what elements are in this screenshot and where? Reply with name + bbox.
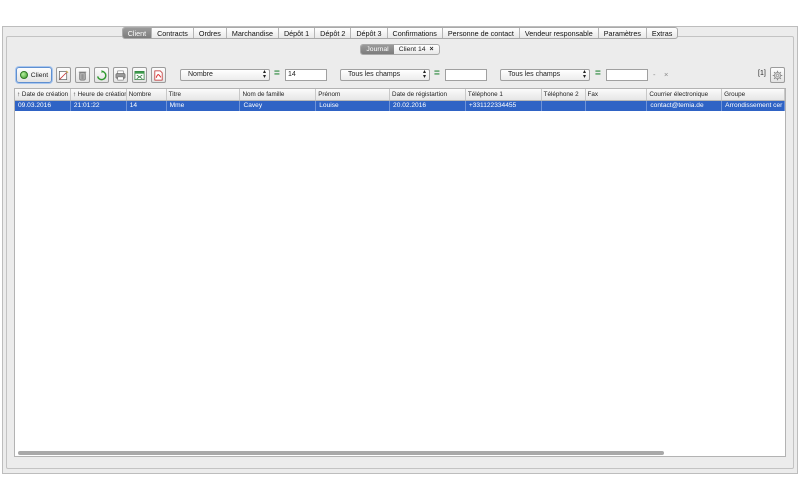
- filter1-field-select[interactable]: Nombre ▴ ▾: [180, 69, 270, 81]
- export-excel-button[interactable]: [132, 67, 147, 83]
- export-pdf-button[interactable]: [151, 67, 166, 83]
- clear-filter-icon[interactable]: ×: [664, 70, 668, 79]
- client-button[interactable]: Client: [16, 67, 52, 83]
- cell-courrier: contact@temia.de: [647, 101, 723, 111]
- tab-extras[interactable]: Extras: [647, 28, 677, 38]
- sub-tabs: Journal Client 14 ×: [360, 44, 440, 55]
- filter3-field-value: Tous les champs: [508, 71, 561, 78]
- tab-depot-3[interactable]: Dépôt 3: [351, 28, 388, 38]
- cell-fax: [586, 101, 648, 111]
- client-table: ↑ Date de création ↑ Heure de création N…: [14, 88, 786, 457]
- tab-client[interactable]: Client: [122, 28, 153, 38]
- tab-confirmations[interactable]: Confirmations: [388, 28, 443, 38]
- column-header-telephone-2[interactable]: Téléphone 2: [542, 89, 586, 100]
- filter2-value-input[interactable]: [445, 69, 487, 81]
- cell-telephone-2: [542, 101, 586, 111]
- column-header-courrier[interactable]: Courrier électronique: [647, 89, 723, 100]
- tab-vendeur-responsable[interactable]: Vendeur responsable: [520, 28, 599, 38]
- client-status-icon: [19, 71, 28, 79]
- trash-icon: [78, 71, 87, 80]
- select-arrows-icon: ▴ ▾: [422, 69, 426, 80]
- subtab-client-14[interactable]: Client 14 ×: [394, 45, 439, 54]
- cell-date-creation: 09.03.2016: [15, 101, 71, 111]
- column-header-groupe[interactable]: Groupe: [722, 89, 785, 100]
- subtab-client-14-label: Client 14: [398, 46, 426, 53]
- column-header-telephone-1[interactable]: Téléphone 1: [466, 89, 542, 100]
- filter3-field-select[interactable]: Tous les champs ▴ ▾: [500, 69, 590, 81]
- select-arrows-icon: ▴ ▾: [262, 69, 266, 80]
- subtab-journal[interactable]: Journal: [361, 45, 394, 54]
- scrollbar-thumb[interactable]: [18, 451, 664, 455]
- tab-depot-1[interactable]: Dépôt 1: [279, 28, 316, 38]
- cell-date-registration: 20.02.2016: [390, 101, 466, 111]
- pdf-icon: [154, 70, 163, 80]
- excel-icon: [134, 70, 145, 80]
- tab-contracts[interactable]: Contracts: [152, 28, 194, 38]
- filter2-field-value: Tous les champs: [348, 71, 401, 78]
- filter2-equals: =: [434, 68, 440, 79]
- new-document-icon: [59, 70, 69, 80]
- gear-icon: [772, 70, 783, 80]
- table-row[interactable]: 09.03.2016 21:01:22 14 Mme Cavey Louise …: [15, 101, 785, 111]
- new-document-button[interactable]: [56, 67, 71, 83]
- cell-prenom: Louise: [316, 101, 391, 111]
- close-icon[interactable]: ×: [430, 46, 434, 53]
- result-count: [1]: [758, 70, 766, 77]
- main-tab-bar: Client Contracts Ordres Marchandise Dépô…: [0, 27, 800, 40]
- cell-telephone-1: +331122334455: [466, 101, 542, 111]
- column-header-nom-de-famille[interactable]: Nom de famille: [240, 89, 317, 100]
- sub-tab-bar: Journal Client 14 ×: [0, 44, 800, 56]
- delete-button[interactable]: [75, 67, 90, 83]
- print-button[interactable]: [113, 67, 128, 83]
- cell-heure-creation: 21:01:22: [71, 101, 127, 111]
- cell-titre: Mme: [167, 101, 241, 111]
- filter1-field-value: Nombre: [188, 71, 213, 78]
- column-header-prenom[interactable]: Prénom: [316, 89, 391, 100]
- tab-marchandise[interactable]: Marchandise: [227, 28, 279, 38]
- column-header-date-creation[interactable]: ↑ Date de création: [15, 89, 71, 100]
- tab-ordres[interactable]: Ordres: [194, 28, 227, 38]
- filter3-value-input[interactable]: [606, 69, 648, 81]
- filter2-field-select[interactable]: Tous les champs ▴ ▾: [340, 69, 430, 81]
- cell-nom-de-famille: Cavey: [240, 101, 317, 111]
- remove-filter-button[interactable]: -: [653, 70, 656, 79]
- select-arrows-icon: ▴ ▾: [582, 69, 586, 80]
- tab-parametres[interactable]: Paramètres: [599, 28, 647, 38]
- column-header-titre[interactable]: Titre: [167, 89, 241, 100]
- table-header: ↑ Date de création ↑ Heure de création N…: [15, 89, 785, 101]
- filter1-equals: =: [274, 68, 280, 79]
- filter1-value-input[interactable]: 14: [285, 69, 327, 81]
- main-tabs: Client Contracts Ordres Marchandise Dépô…: [121, 27, 679, 39]
- column-header-nombre[interactable]: Nombre: [127, 89, 167, 100]
- column-header-fax[interactable]: Fax: [586, 89, 648, 100]
- column-header-date-registration[interactable]: Date de régistartion: [390, 89, 466, 100]
- toolbar: Client Nombre ▴ ▾ = 14 Tous les champs ▴…: [14, 66, 788, 84]
- cell-groupe: Arrondissement cer: [722, 101, 785, 111]
- cell-nombre: 14: [127, 101, 167, 111]
- tab-personne-de-contact[interactable]: Personne de contact: [443, 28, 520, 38]
- settings-button[interactable]: [770, 67, 785, 83]
- horizontal-scrollbar[interactable]: [14, 449, 786, 457]
- filter3-equals: =: [595, 68, 601, 79]
- refresh-button[interactable]: [94, 67, 109, 83]
- column-header-heure-creation[interactable]: ↑ Heure de création: [71, 89, 127, 100]
- refresh-icon: [96, 69, 107, 80]
- tab-depot-2[interactable]: Dépôt 2: [315, 28, 352, 38]
- client-button-label: Client: [30, 71, 49, 79]
- printer-icon: [115, 70, 126, 80]
